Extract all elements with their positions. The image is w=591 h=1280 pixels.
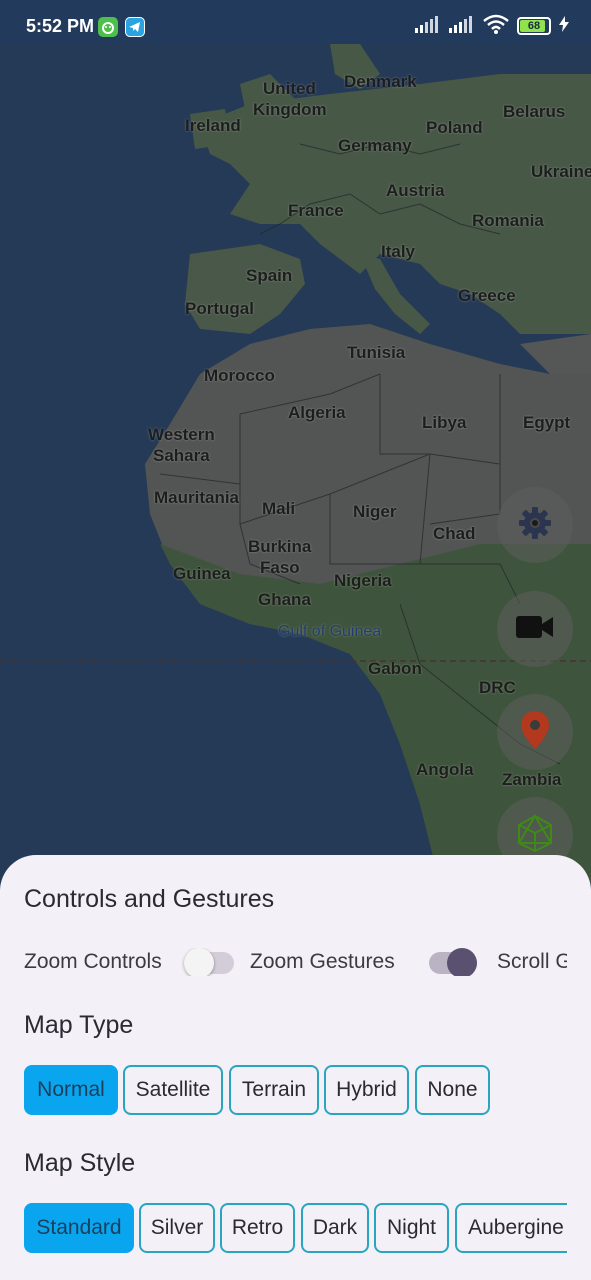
map-style-title: Map Style [24, 1149, 136, 1177]
settings-button[interactable] [497, 487, 573, 563]
switch-knob [447, 948, 477, 976]
map-label-gabon: Gabon [368, 659, 422, 678]
location-pin-icon [521, 710, 549, 754]
zoom-gestures-label: Zoom Gestures [250, 950, 395, 973]
map-label-belarus: Belarus [503, 102, 566, 121]
map-label-niger: Niger [353, 502, 397, 521]
android-app-icon [98, 17, 118, 37]
chip-map-type-satellite[interactable]: Satellite [123, 1065, 223, 1115]
status-time: 5:52 PM [26, 16, 95, 36]
chip-map-type-terrain[interactable]: Terrain [229, 1065, 319, 1115]
map-label-burkina-faso: Burkina [248, 537, 312, 556]
map-label-austria: Austria [386, 181, 445, 200]
chip-map-style-silver[interactable]: Silver [139, 1203, 215, 1253]
charging-icon [559, 15, 569, 37]
chip-map-style-night[interactable]: Night [374, 1203, 449, 1253]
map-label-spain: Spain [246, 266, 293, 285]
map-style-chips: Standard Silver Retro Dark Night Aubergi… [24, 1203, 567, 1257]
map-label-denmark: Denmark [344, 72, 417, 91]
map-type-title: Map Type [24, 1011, 134, 1039]
gesture-toggles-row[interactable]: Zoom Controls Zoom Gestures Scroll G [24, 948, 567, 976]
map-label-libya: Libya [422, 413, 467, 432]
map-label-romania: Romania [472, 211, 544, 230]
map-label-western-sahara-2: Sahara [153, 446, 210, 465]
map-label-italy: Italy [381, 242, 416, 261]
map-view[interactable]: United Kingdom Denmark Ireland Belarus P… [0, 44, 591, 884]
chip-map-type-hybrid[interactable]: Hybrid [324, 1065, 409, 1115]
map-label-angola: Angola [416, 760, 474, 779]
map-label-ukraine: Ukraine [531, 162, 591, 181]
map-label-western-sahara: Western [148, 425, 215, 444]
map-label-guinea: Guinea [173, 564, 231, 583]
status-icons: 68 [415, 14, 569, 38]
map-label-morocco: Morocco [204, 366, 275, 385]
map-options-sheet: Controls and Gestures Zoom Controls Zoom… [0, 855, 591, 1280]
map-label-burkina-faso-2: Faso [260, 558, 300, 577]
map-label-tunisia: Tunisia [347, 343, 406, 362]
gear-icon [517, 505, 553, 546]
zoom-gestures-switch[interactable] [429, 948, 477, 976]
scroll-gestures-label: Scroll G [497, 950, 567, 973]
map-label-united-kingdom: United [263, 79, 316, 98]
map-type-chips: Normal Satellite Terrain Hybrid None [24, 1065, 567, 1119]
signal-icon [449, 15, 475, 38]
chip-map-type-normal[interactable]: Normal [24, 1065, 118, 1115]
3d-cube-icon [515, 813, 555, 858]
map-label-germany: Germany [338, 136, 412, 155]
camera-button[interactable] [497, 591, 573, 667]
map-label-drc: DRC [479, 678, 516, 697]
zoom-controls-label: Zoom Controls [24, 950, 162, 973]
battery-icon: 68 [517, 17, 551, 35]
map-label-mauritania: Mauritania [154, 488, 240, 507]
map-label-greece: Greece [458, 286, 516, 305]
map-label-united-kingdom-2: Kingdom [253, 100, 327, 119]
chip-map-style-dark[interactable]: Dark [301, 1203, 369, 1253]
chip-map-style-retro[interactable]: Retro [220, 1203, 295, 1253]
switch-knob [184, 948, 214, 976]
video-camera-icon [516, 614, 554, 645]
map-label-chad: Chad [433, 524, 476, 543]
map-label-ireland: Ireland [185, 116, 241, 135]
chip-map-type-none[interactable]: None [415, 1065, 490, 1115]
map-label-gulf-of-guinea: Gulf of Guinea [278, 623, 382, 640]
wifi-icon [483, 14, 509, 39]
status-bar: 5:52 PM 68 [0, 0, 591, 44]
telegram-icon [125, 17, 145, 37]
map-label-algeria: Algeria [288, 403, 346, 422]
map-label-ghana: Ghana [258, 590, 311, 609]
map-label-portugal: Portugal [185, 299, 254, 318]
map-label-egypt: Egypt [523, 413, 571, 432]
map-label-poland: Poland [426, 118, 483, 137]
map-label-france: France [288, 201, 344, 220]
map-dim-overlay [0, 44, 591, 884]
chip-map-style-standard[interactable]: Standard [24, 1203, 134, 1253]
controls-gestures-title: Controls and Gestures [24, 885, 275, 913]
zoom-controls-switch[interactable] [184, 948, 234, 976]
chip-map-style-aubergine[interactable]: Aubergine [455, 1203, 567, 1253]
map-label-zambia: Zambia [502, 770, 562, 789]
marker-button[interactable] [497, 694, 573, 770]
map-label-nigeria: Nigeria [334, 571, 392, 590]
signal-icon [415, 15, 441, 38]
map-label-mali: Mali [262, 499, 296, 518]
